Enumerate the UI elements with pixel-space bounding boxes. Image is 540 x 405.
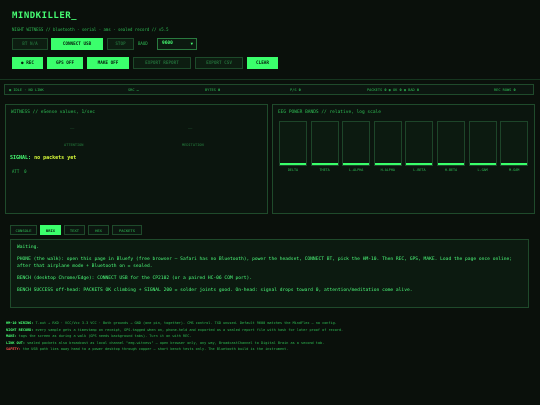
band-bar-fill <box>343 163 370 165</box>
band-bar-fill <box>469 163 496 165</box>
pps-stat: P/S 0 <box>290 88 301 92</box>
app-subtitle: NIGHT WITNESS // bluetooth · serial · am… <box>12 27 169 32</box>
bt-button[interactable]: BT N/A <box>12 38 48 50</box>
export-report-button[interactable]: EXPORT REPORT <box>133 57 191 69</box>
app-title: MINDKILLER_ <box>12 11 78 21</box>
band-bar-fill <box>406 163 433 165</box>
note-item: HM-10 WIRING: T-out → RXD · VCC/Vcc 3.3 … <box>6 321 337 325</box>
bytes-stat: BYTES 0 <box>205 88 221 92</box>
band-bar-fill <box>438 163 464 165</box>
band-bar-fill <box>280 163 306 165</box>
baud-value: 9600 <box>162 41 173 46</box>
tab-brix[interactable]: BRIX <box>40 225 61 235</box>
attention-label: ATTENTION <box>64 143 84 147</box>
rec-rows-stat: REC ROWS 0 <box>494 88 516 92</box>
band-label: H-ALPHA <box>380 168 395 172</box>
tab-console[interactable]: CONSOLE <box>10 225 37 235</box>
console-line: PHONE (the walk): open this page in Blue… <box>17 257 513 269</box>
band-bar <box>342 121 371 166</box>
att-row: ATT 0 <box>12 169 27 174</box>
link-mode: ◉ IDLE · NO LINK <box>9 88 44 92</box>
band-label: L-GAM <box>477 168 488 172</box>
meditation-label: MEDITATION <box>182 143 204 147</box>
notes: HM-10 WIRING: T-out → RXD · VCC/Vcc 3.3 … <box>6 320 536 353</box>
packets-stat: PACKETS 0 ◉ OK 0 ◉ BAD 0 <box>367 88 420 92</box>
band-label: L-BETA <box>413 168 426 172</box>
clear-button[interactable]: CLEAR <box>247 57 278 69</box>
src-stat: SRC — <box>128 88 139 92</box>
band-bar <box>468 121 497 166</box>
stop-button[interactable]: STOP <box>107 38 134 50</box>
console-output: Waiting. PHONE (the walk): open this pag… <box>10 239 529 308</box>
console-line: BENCH (desktop Chrome/Edge): CONNECT USB… <box>17 275 253 281</box>
witness-title: WITNESS // eSense values, 1/sec <box>11 110 95 115</box>
attention-value: —— <box>70 126 75 130</box>
tab-hex[interactable]: HEX <box>88 225 109 235</box>
console-line: Waiting. <box>17 245 40 250</box>
band-bar-fill <box>311 163 338 165</box>
meditation-value: —— <box>188 126 193 130</box>
note-item: SAFETY: the USB path lies away head to a… <box>6 347 289 352</box>
note-item: MAKE: tags the screen as during a walk (… <box>6 334 192 339</box>
divider <box>0 79 540 80</box>
tab-packets[interactable]: PACKETS <box>112 225 142 235</box>
band-label: M-GAM <box>509 168 520 172</box>
band-bar-fill <box>501 163 528 165</box>
note-item: LINK OUT: sealed packets also broadcast … <box>6 340 325 345</box>
chevron-down-icon: ▼ <box>190 41 193 46</box>
status-bar: ◉ IDLE · NO LINK SRC — BYTES 0 P/S 0 PAC… <box>4 84 534 95</box>
band-bar <box>310 121 339 166</box>
band-label: THETA <box>319 168 330 172</box>
console-line: BENCH SUCCESS off-head: PACKETS OK climb… <box>17 287 413 293</box>
band-label: L-ALPHA <box>349 168 364 172</box>
rec-button[interactable]: ● REC <box>12 57 43 69</box>
band-bar <box>279 121 307 166</box>
connect-usb-button[interactable]: CONNECT USB <box>51 38 103 50</box>
band-bar <box>500 121 529 166</box>
make-button[interactable]: MAKE OFF <box>87 57 129 69</box>
baud-label: BAUD <box>138 41 148 46</box>
band-bar <box>373 121 402 166</box>
note-item: NIGHT RECORD: every sample gets a timest… <box>6 327 344 332</box>
gps-button[interactable]: GPS OFF <box>47 57 83 69</box>
band-label: DELTA <box>287 168 299 172</box>
band-bar-fill <box>374 163 401 165</box>
signal-line: SIGNAL: no packets yet <box>10 155 76 161</box>
baud-select[interactable]: 9600 ▼ <box>157 38 197 50</box>
export-csv-button[interactable]: EXPORT CSV <box>195 57 243 69</box>
signal-value: no packets yet <box>34 155 77 161</box>
band-label: H-BETA <box>444 168 458 172</box>
signal-label: SIGNAL: <box>10 155 32 161</box>
bands-title: EEG POWER BANDS // relative, log scale <box>278 110 381 115</box>
band-bar <box>437 121 465 166</box>
band-bar <box>405 121 434 166</box>
tab-text[interactable]: TEXT <box>64 225 85 235</box>
